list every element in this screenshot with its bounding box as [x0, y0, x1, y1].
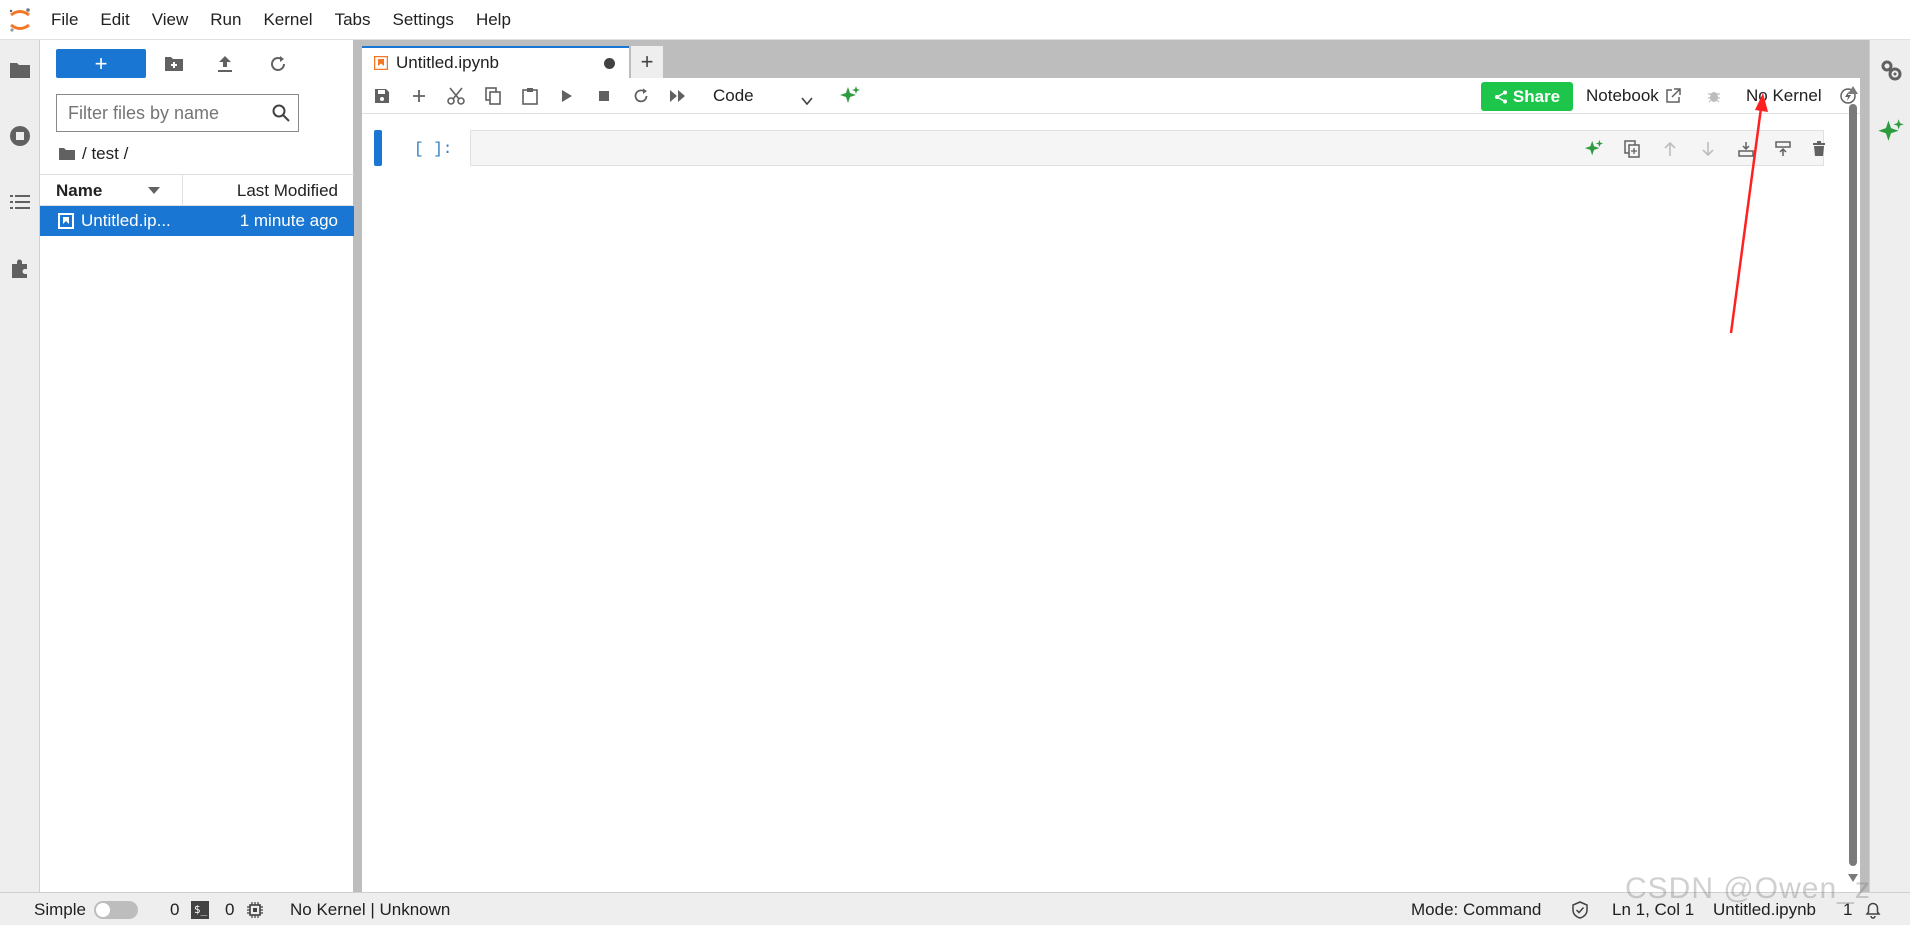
file-row-selected[interactable]: Untitled.ip... 1 minute ago	[40, 206, 354, 236]
menu-bar: File Edit View Run Kernel Tabs Settings …	[0, 0, 1910, 40]
notebook-toolbar: Code Share Notebook No Kernel	[362, 78, 1860, 114]
notebook-tab-icon	[374, 56, 388, 70]
menu-file[interactable]: File	[40, 0, 89, 40]
duplicate-cell-icon[interactable]	[1621, 138, 1643, 160]
extensions-puzzle-icon[interactable]	[6, 254, 34, 282]
menu-help[interactable]: Help	[465, 0, 522, 40]
move-cell-up-icon[interactable]	[1659, 138, 1681, 160]
new-tab-button[interactable]: +	[631, 46, 663, 78]
insert-cell-below-icon[interactable]	[1735, 138, 1757, 160]
add-cell-icon[interactable]	[407, 84, 431, 108]
cpu-chip-icon	[247, 901, 264, 918]
cell-collapser[interactable]	[374, 130, 382, 166]
paste-icon[interactable]	[518, 84, 542, 108]
ai-sparkle-icon[interactable]	[838, 84, 862, 108]
notebook-label: Notebook	[1586, 86, 1659, 105]
refresh-icon[interactable]	[266, 52, 290, 76]
share-button[interactable]: Share	[1481, 82, 1573, 111]
tab-bar: Untitled.ipynb +	[354, 40, 1869, 78]
tab-untitled-notebook[interactable]: Untitled.ipynb	[362, 46, 629, 78]
cell-input-editor[interactable]	[470, 130, 1825, 166]
chevron-down-icon	[801, 89, 813, 115]
menu-run[interactable]: Run	[199, 0, 252, 40]
file-filter-field[interactable]	[56, 94, 299, 132]
notebook-scrollbar[interactable]	[1846, 82, 1860, 886]
external-link-icon	[1666, 88, 1681, 103]
tab-title: Untitled.ipynb	[396, 53, 500, 72]
menu-view[interactable]: View	[141, 0, 200, 40]
property-inspector-gears-icon[interactable]	[1877, 56, 1905, 84]
breadcrumb-path[interactable]: / test /	[82, 144, 128, 164]
restart-kernel-icon[interactable]	[629, 84, 653, 108]
status-bar: Simple 0 $_ 0 No Kernel | Unknown Mode: …	[0, 892, 1910, 925]
save-icon[interactable]	[370, 84, 394, 108]
column-header-name[interactable]: Name	[40, 175, 183, 205]
table-of-contents-icon[interactable]	[6, 188, 34, 216]
unsaved-dot-icon[interactable]	[604, 58, 615, 69]
move-cell-down-icon[interactable]	[1697, 138, 1719, 160]
search-icon	[272, 104, 290, 127]
debugger-bug-icon[interactable]	[1702, 84, 1726, 108]
running-kernels-icon[interactable]	[6, 122, 34, 150]
file-browser-toolbar: +	[40, 40, 354, 86]
code-cell[interactable]: [ ]:	[374, 130, 1844, 168]
notebook-panel: Code Share Notebook No Kernel []:	[362, 78, 1860, 892]
watermark: CSDN @Owen_z	[1625, 872, 1871, 905]
menu-kernel[interactable]: Kernel	[252, 0, 323, 40]
menu-settings[interactable]: Settings	[382, 0, 465, 40]
file-name: Untitled.ip...	[81, 211, 171, 230]
new-folder-icon[interactable]	[162, 52, 186, 76]
cell-type-value: Code	[713, 86, 754, 105]
restart-run-all-icon[interactable]	[666, 84, 690, 108]
column-header-last-modified[interactable]: Last Modified	[183, 175, 354, 205]
notebook-mode: Mode: Command	[1411, 900, 1542, 919]
cell-type-dropdown[interactable]: Code	[709, 83, 819, 109]
terminals-count-value: 0	[170, 900, 180, 919]
copy-icon[interactable]	[481, 84, 505, 108]
cell-prompt: [ ]:	[414, 140, 453, 158]
kernel-status-text[interactable]: No Kernel | Unknown	[290, 893, 450, 925]
folder-icon[interactable]	[6, 56, 34, 84]
menu-edit[interactable]: Edit	[89, 0, 140, 40]
left-sidebar	[0, 40, 40, 892]
insert-cell-above-icon[interactable]	[1772, 138, 1794, 160]
breadcrumb: / test /	[58, 142, 128, 166]
cut-icon[interactable]	[444, 84, 468, 108]
kernel-count[interactable]: 0	[225, 893, 264, 925]
share-label: Share	[1512, 86, 1561, 106]
simple-mode-switch[interactable]: Simple	[34, 893, 138, 925]
cell-ai-sparkle-icon[interactable]	[1583, 138, 1605, 160]
scrollbar-thumb[interactable]	[1849, 104, 1857, 866]
file-filter-input[interactable]	[57, 95, 257, 131]
kernels-count-value: 0	[225, 900, 235, 919]
home-folder-icon[interactable]	[58, 147, 76, 161]
terminal-count[interactable]: 0 $_	[170, 893, 210, 925]
ai-assistant-sparkle-icon[interactable]	[1877, 118, 1905, 146]
menu-tabs[interactable]: Tabs	[324, 0, 382, 40]
file-listing-header: Name Last Modified	[40, 174, 354, 206]
kernel-selector[interactable]: No Kernel	[1746, 84, 1822, 108]
run-cell-icon[interactable]	[555, 84, 579, 108]
file-modified: 1 minute ago	[239, 211, 338, 230]
open-in-notebook-button[interactable]: Notebook	[1586, 84, 1681, 108]
notebook-file-icon	[58, 213, 74, 229]
new-launcher-button[interactable]: +	[56, 49, 146, 78]
simple-mode-label: Simple	[34, 900, 86, 919]
terminal-icon: $_	[191, 900, 210, 919]
main-dock-panel: Untitled.ipynb + Code Share Notebook No …	[354, 40, 1869, 892]
jupyter-logo-icon	[0, 0, 40, 40]
sort-caret-icon	[148, 187, 160, 194]
right-sidebar	[1869, 40, 1910, 892]
share-icon	[1494, 90, 1507, 103]
simple-mode-toggle[interactable]	[93, 900, 138, 919]
upload-icon[interactable]	[213, 52, 237, 76]
column-name-label: Name	[56, 181, 103, 200]
scroll-up-arrow-icon[interactable]	[1848, 86, 1858, 94]
file-browser: + / test / Name Last Modified Untitled.i…	[40, 40, 354, 892]
delete-cell-icon[interactable]	[1808, 138, 1830, 160]
interrupt-kernel-icon[interactable]	[592, 84, 616, 108]
trusted-shield-icon[interactable]	[1571, 893, 1589, 925]
